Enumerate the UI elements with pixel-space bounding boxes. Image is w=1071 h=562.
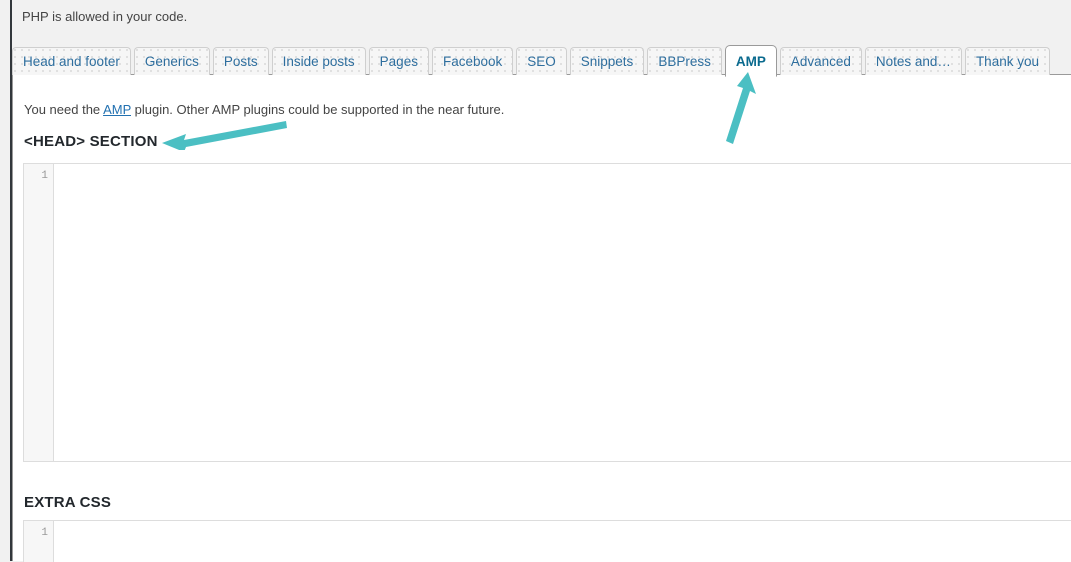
- head-section-heading: <HEAD> SECTION: [24, 133, 158, 150]
- tab-advanced[interactable]: Advanced: [779, 47, 862, 75]
- tab-inside-posts[interactable]: Inside posts: [271, 47, 366, 75]
- tab-pages[interactable]: Pages: [368, 47, 429, 75]
- head-editor-line-number: 1: [41, 170, 48, 182]
- head-section-code-editor[interactable]: 1: [23, 163, 1071, 462]
- tab-posts[interactable]: Posts: [212, 47, 269, 75]
- plugin-settings-page: PHP is allowed in your code. Head and fo…: [0, 0, 1071, 562]
- tab-amp[interactable]: AMP: [724, 45, 777, 77]
- extra-css-heading: EXTRA CSS: [24, 494, 112, 511]
- tab-generics[interactable]: Generics: [133, 47, 210, 75]
- tab-thank-you[interactable]: Thank you: [964, 47, 1050, 75]
- tab-seo[interactable]: SEO: [516, 47, 567, 75]
- php-allowed-note: PHP is allowed in your code.: [22, 9, 188, 24]
- settings-tab-strip: Head and footer Generics Posts Inside posts…: [12, 45, 1071, 77]
- admin-menu-gutter: [0, 0, 10, 561]
- extra-css-code-editor[interactable]: 1: [23, 520, 1071, 562]
- css-editor-code-area[interactable]: [55, 521, 1071, 562]
- amp-note-prefix: You need the: [24, 102, 104, 117]
- tab-bbpress[interactable]: BBPress: [647, 47, 722, 75]
- amp-plugin-link[interactable]: AMP: [103, 102, 131, 117]
- tab-notes-and[interactable]: Notes and…: [864, 47, 962, 75]
- head-editor-code-area[interactable]: [55, 164, 1071, 461]
- admin-menu-edge: [10, 0, 12, 561]
- css-editor-line-number: 1: [41, 527, 48, 539]
- tab-facebook[interactable]: Facebook: [431, 47, 514, 75]
- tab-snippets[interactable]: Snippets: [569, 47, 645, 75]
- head-editor-gutter: 1: [24, 164, 54, 461]
- tab-content-panel: You need the AMP plugin. Other AMP plugi…: [12, 74, 1071, 562]
- amp-plugin-note: You need the AMP plugin. Other AMP plugi…: [24, 101, 504, 119]
- tab-head-and-footer[interactable]: Head and footer: [12, 47, 131, 75]
- amp-note-suffix: plugin. Other AMP plugins could be suppo…: [131, 102, 505, 117]
- css-editor-gutter: 1: [24, 521, 54, 562]
